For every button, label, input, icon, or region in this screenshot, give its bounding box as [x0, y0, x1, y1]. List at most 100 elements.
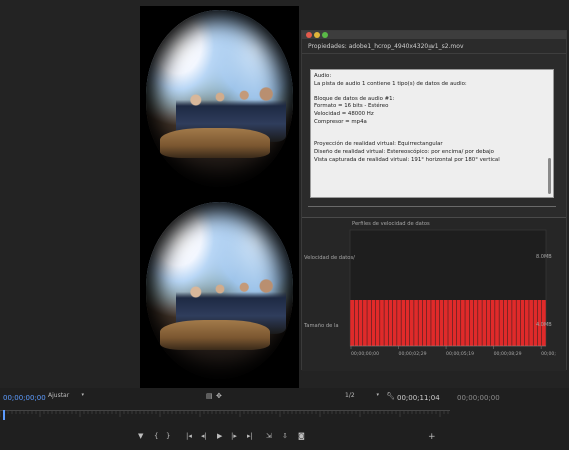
table: [160, 320, 270, 350]
bar: [507, 300, 512, 346]
bar: [439, 300, 444, 346]
data-rate-chart: 00;00;00;00 00;00;02;29 00;00;05;19 00;00;0…: [302, 217, 566, 371]
overwrite-icon[interactable]: ⇩: [282, 432, 288, 440]
bar: [354, 300, 359, 346]
bar: [367, 300, 372, 346]
bar: [431, 300, 435, 346]
bar: [388, 300, 393, 346]
bar: [465, 300, 470, 346]
zoom-select-label: Ajustar: [48, 392, 70, 399]
bar: [482, 300, 487, 346]
bar: [495, 300, 499, 346]
bar: [503, 300, 508, 346]
play-icon[interactable]: ▶: [217, 432, 222, 440]
step-forward-icon[interactable]: |▸: [231, 432, 237, 440]
bar: [371, 300, 376, 346]
program-timecode[interactable]: 00;00;00;00: [457, 394, 500, 402]
close-button[interactable]: [306, 32, 312, 38]
bar: [524, 300, 529, 346]
bar: [499, 300, 504, 346]
dialog-titlebar: [302, 31, 566, 39]
bar: [409, 300, 414, 346]
out-point-icon[interactable]: }: [166, 432, 170, 440]
x-tick-label: 00;00;08;29: [494, 351, 522, 357]
insert-icon[interactable]: ⇲: [266, 432, 272, 440]
minimize-button[interactable]: [314, 32, 320, 38]
bar: [422, 300, 427, 346]
in-point-icon[interactable]: {: [154, 432, 158, 440]
bar: [469, 300, 474, 346]
y-tick-label: 4.0MB: [536, 322, 552, 328]
step-back-icon[interactable]: ◂|: [201, 432, 207, 440]
marker-icon[interactable]: ▼: [138, 432, 143, 440]
bar: [350, 300, 355, 346]
playhead[interactable]: [3, 410, 5, 420]
vr-eye-top: [146, 10, 293, 187]
video-preview: [140, 6, 299, 388]
x-tick-label: 00;00;00;00: [351, 351, 379, 357]
divider: [302, 53, 566, 54]
go-to-out-icon[interactable]: ▸|: [247, 432, 253, 440]
properties-text: Audio: La pista de audio 1 contiene 1 ti…: [314, 73, 500, 163]
bar: [435, 300, 440, 346]
menu-icon[interactable]: ≡: [428, 43, 433, 50]
scrollbar[interactable]: [548, 158, 551, 194]
x-tick-label: 00;00;02;29: [399, 351, 427, 357]
bar: [418, 300, 423, 346]
bar: [397, 300, 401, 346]
bar: [358, 300, 363, 346]
drag-video-icon[interactable]: ✥: [216, 392, 222, 400]
camera-icon[interactable]: ◙: [298, 432, 305, 440]
duration-timecode: 00;00;11;04: [397, 394, 440, 402]
add-button[interactable]: +: [428, 432, 436, 442]
transport-controls: ▼ { } |◂ ◂| ▶ |▸ ▸| ⇲ ⇩ ◙: [130, 432, 310, 444]
bar: [478, 300, 482, 346]
safe-margins-icon[interactable]: ▤: [206, 392, 213, 400]
properties-dialog: Propiedades: adobe1_hcrop_4940x4320_v1_s…: [301, 30, 567, 371]
bar: [426, 300, 431, 346]
time-ruler[interactable]: [0, 410, 450, 420]
bar: [443, 300, 448, 346]
x-tick-label: 00;00;: [541, 351, 556, 357]
x-tick-label: 00;00;05;19: [446, 351, 474, 357]
go-to-in-icon[interactable]: |◂: [186, 432, 192, 440]
wrench-icon[interactable]: 🔧︎: [386, 392, 395, 400]
source-panel-left: [0, 0, 140, 388]
chart-title: Perfiles de velocidad de datos: [352, 221, 430, 227]
bar: [375, 300, 380, 346]
bar: [380, 300, 384, 346]
bar: [486, 300, 491, 346]
chevron-down-icon: ▾: [81, 392, 84, 398]
chevron-down-icon: ▾: [376, 392, 379, 398]
divider: [308, 206, 556, 207]
bar: [473, 300, 478, 346]
y-tick-label: 8.0MB: [536, 254, 552, 260]
bar: [405, 300, 410, 346]
bar: [452, 300, 457, 346]
table: [160, 128, 270, 158]
bar: [392, 300, 397, 346]
maximize-button[interactable]: [322, 32, 328, 38]
zoom-select[interactable]: Ajustar ▾: [48, 392, 86, 402]
monitor-controls-bar: 00;00;00;00 Ajustar ▾ ▤ ✥ 1/2 ▾ 🔧︎ 00;00…: [0, 388, 569, 450]
bar: [414, 300, 418, 346]
chart-left-label: Tamaño de la: [304, 323, 339, 329]
bar: [456, 300, 461, 346]
bar: [363, 300, 367, 346]
chart-left-label: Velocidad de datos/: [304, 255, 355, 261]
bar: [516, 300, 521, 346]
dialog-title: Propiedades: adobe1_hcrop_4940x4320_v1_s…: [308, 43, 464, 50]
resolution-label: 1/2: [345, 392, 355, 399]
bar: [490, 300, 495, 346]
bar: [384, 300, 389, 346]
vr-eye-bottom: [146, 202, 293, 379]
chart-svg: 00;00;00;00 00;00;02;29 00;00;05;19 00;00;0…: [349, 229, 556, 357]
properties-info-box[interactable]: Audio: La pista de audio 1 contiene 1 ti…: [310, 69, 554, 198]
source-timecode[interactable]: 00;00;00;00: [3, 394, 46, 402]
bar: [529, 300, 533, 346]
bar: [461, 300, 465, 346]
bar: [448, 300, 453, 346]
bar: [520, 300, 525, 346]
bar: [401, 300, 406, 346]
resolution-select[interactable]: 1/2 ▾: [345, 392, 381, 402]
